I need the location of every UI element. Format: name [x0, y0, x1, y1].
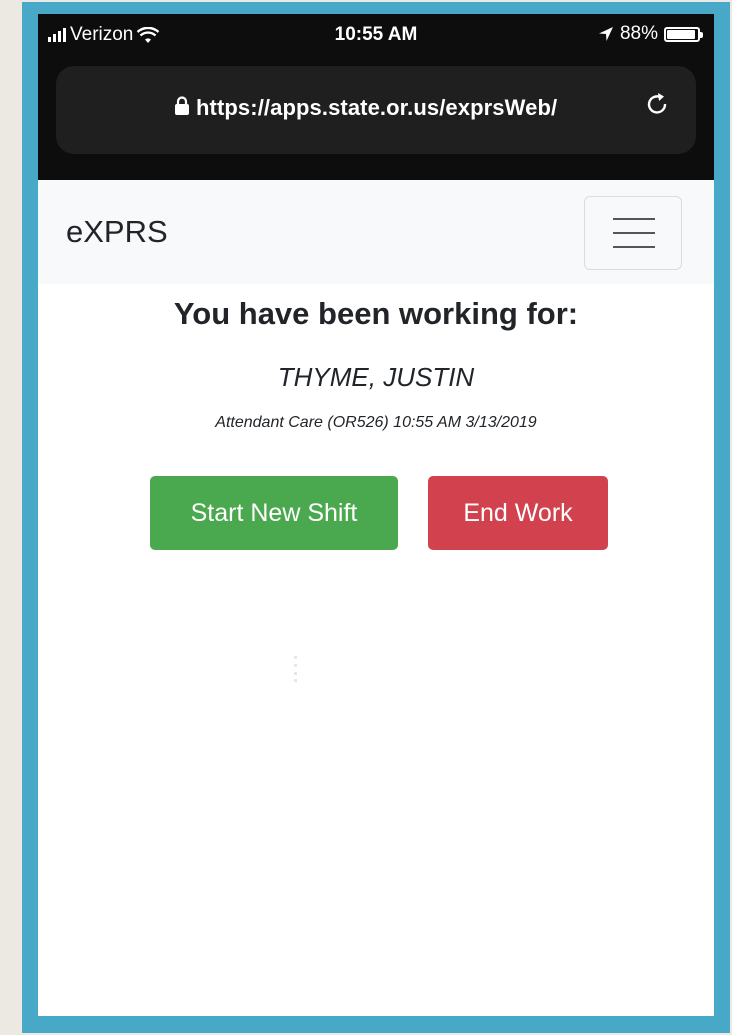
hamburger-menu-icon[interactable]	[584, 196, 682, 270]
device-frame: Verizon 10:55 AM 88% https://apps.state.…	[22, 2, 730, 1033]
lock-icon	[175, 96, 189, 115]
battery-percent: 88%	[619, 23, 658, 44]
status-right: 88%	[598, 23, 703, 45]
start-new-shift-button[interactable]: Start New Shift	[150, 476, 398, 550]
status-bar: Verizon 10:55 AM 88% https://apps.state.…	[38, 14, 714, 180]
reload-icon[interactable]	[646, 92, 670, 118]
location-arrow-icon	[598, 27, 613, 41]
address-bar[interactable]: https://apps.state.or.us/exprsWeb/	[56, 66, 696, 154]
battery-icon	[664, 26, 703, 42]
end-work-button[interactable]: End Work	[428, 476, 608, 550]
phone-screen: Verizon 10:55 AM 88% https://apps.state.…	[38, 14, 714, 1016]
brand-logo[interactable]: eXPRS	[66, 214, 168, 250]
service-detail: Attendant Care (OR526) 10:55 AM 3/13/201…	[215, 414, 537, 431]
url-text[interactable]: https://apps.state.or.us/exprsWeb/	[196, 95, 557, 121]
loading-indicator	[294, 656, 298, 682]
navbar: eXPRS	[38, 180, 714, 284]
client-name: THYME, JUSTIN	[277, 362, 475, 392]
page-heading: You have been working for:	[173, 296, 579, 331]
